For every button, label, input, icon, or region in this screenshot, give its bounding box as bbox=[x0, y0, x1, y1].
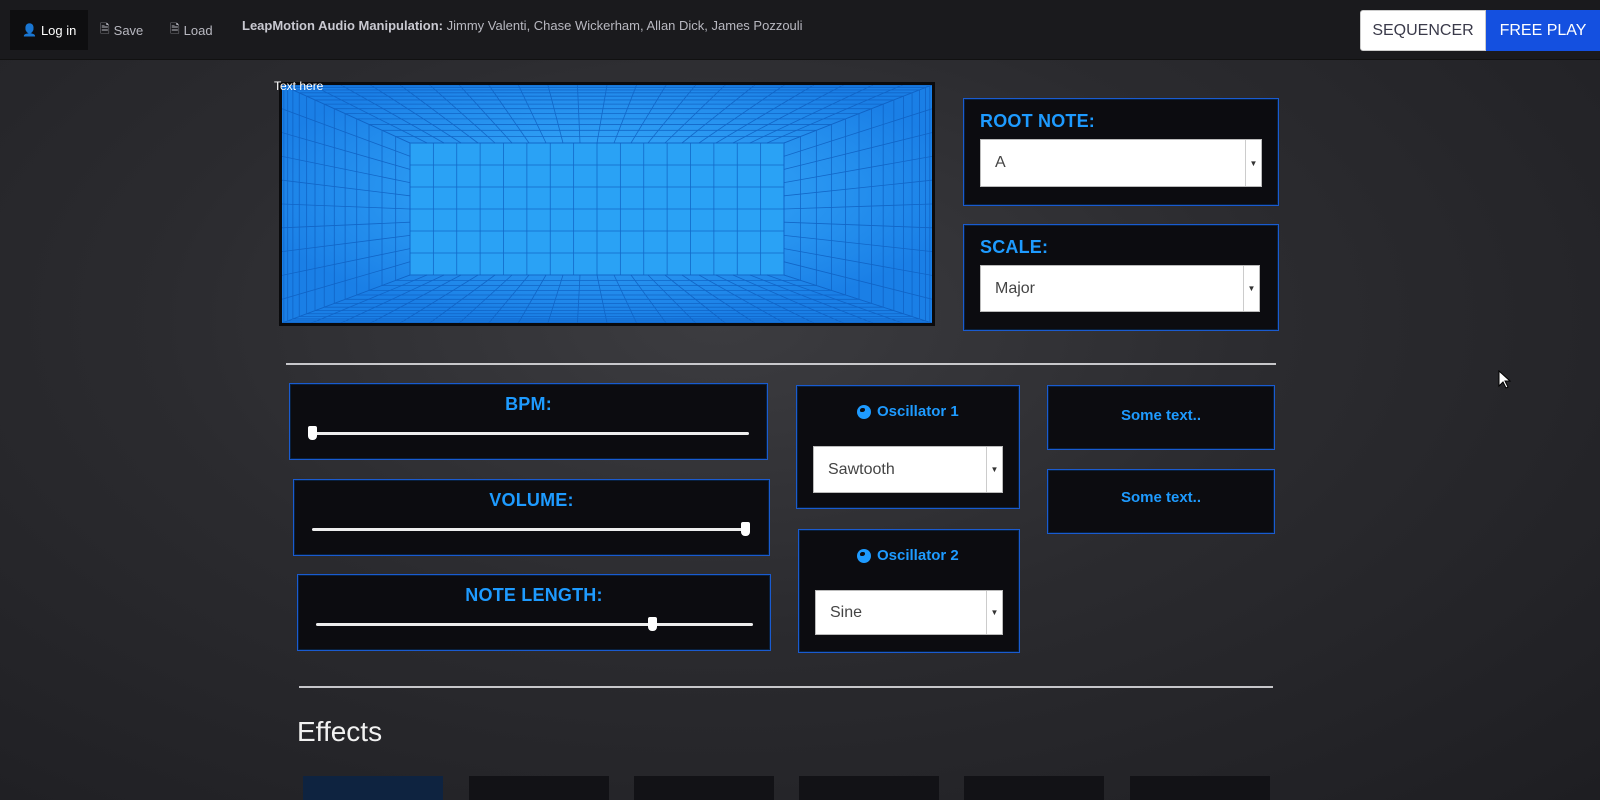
globe-icon bbox=[857, 548, 871, 563]
oscillator-1-panel: Oscillator 1 Sawtooth ▼ bbox=[796, 385, 1020, 509]
oscillator-2-panel: Oscillator 2 Sine ▼ bbox=[798, 529, 1020, 653]
visualizer-label: Text here bbox=[274, 79, 324, 93]
save-button[interactable]: 🗎 Save bbox=[88, 10, 155, 50]
mouse-cursor-icon bbox=[1498, 370, 1512, 389]
effect-tile[interactable] bbox=[634, 776, 774, 800]
oscillator-1-value: Sawtooth bbox=[828, 460, 895, 478]
oscillator-2-heading: Oscillator 2 bbox=[857, 547, 959, 564]
login-button[interactable]: 👤 Log in bbox=[10, 10, 89, 50]
volume-heading: VOLUME: bbox=[489, 490, 574, 510]
volume-slider-track[interactable] bbox=[312, 528, 749, 531]
effect-tile[interactable] bbox=[303, 776, 443, 800]
oscillator-1-label: Oscillator 1 bbox=[877, 403, 959, 420]
oscillator-2-value: Sine bbox=[830, 603, 863, 621]
user-icon: 👤 bbox=[22, 23, 37, 37]
section-divider bbox=[286, 363, 1276, 365]
bpm-panel: BPM: bbox=[289, 383, 768, 460]
app-title: LeapMotion Audio Manipulation: Jimmy Val… bbox=[242, 18, 803, 33]
root-note-value: A bbox=[995, 154, 1006, 171]
chevron-down-icon: ▼ bbox=[1245, 140, 1261, 186]
root-note-heading: ROOT NOTE: bbox=[980, 111, 1095, 131]
effect-tile[interactable] bbox=[799, 776, 939, 800]
app-title-authors: Jimmy Valenti, Chase Wickerham, Allan Di… bbox=[446, 18, 803, 33]
grid-room-graphic bbox=[282, 85, 932, 323]
scale-select[interactable]: Major ▼ bbox=[980, 265, 1260, 312]
save-label: Save bbox=[113, 22, 144, 38]
oscillator-2-label: Oscillator 2 bbox=[877, 547, 959, 564]
bpm-slider-handle[interactable] bbox=[308, 426, 317, 440]
scale-heading: SCALE: bbox=[980, 237, 1049, 257]
free-play-button[interactable]: FREE PLAY bbox=[1486, 10, 1600, 51]
leap-visualizer-canvas[interactable] bbox=[279, 82, 935, 326]
file-icon: 🗎 bbox=[100, 21, 110, 36]
file-icon: 🗎 bbox=[170, 21, 180, 36]
effect-tile[interactable] bbox=[469, 776, 609, 800]
root-note-select[interactable]: A ▼ bbox=[980, 139, 1262, 187]
text-panel-2-label: Some text.. bbox=[1120, 489, 1202, 506]
effect-tile[interactable] bbox=[964, 776, 1104, 800]
login-label: Log in bbox=[40, 22, 77, 38]
bpm-slider-track[interactable] bbox=[312, 432, 749, 435]
oscillator-1-select[interactable]: Sawtooth ▼ bbox=[813, 446, 1003, 493]
volume-panel: VOLUME: bbox=[293, 479, 770, 556]
globe-icon bbox=[857, 404, 871, 419]
text-panel-2: Some text.. bbox=[1047, 469, 1275, 534]
effect-tile[interactable] bbox=[1130, 776, 1270, 800]
text-panel-1-label: Some text.. bbox=[1120, 407, 1202, 424]
oscillator-1-heading: Oscillator 1 bbox=[857, 403, 959, 420]
volume-slider-handle[interactable] bbox=[740, 522, 750, 536]
chevron-down-icon: ▼ bbox=[1243, 266, 1259, 311]
scale-panel: SCALE: Major ▼ bbox=[963, 224, 1279, 331]
note-length-heading: NOTE LENGTH: bbox=[465, 585, 603, 605]
text-panel-1: Some text.. bbox=[1047, 385, 1275, 450]
load-button[interactable]: 🗎 Load bbox=[158, 10, 225, 50]
root-note-panel: ROOT NOTE: A ▼ bbox=[963, 98, 1279, 206]
sequencer-button[interactable]: SEQUENCER bbox=[1360, 10, 1486, 51]
app-title-name: LeapMotion Audio Manipulation: bbox=[242, 18, 443, 33]
note-length-slider-handle[interactable] bbox=[648, 617, 658, 631]
scale-value: Major bbox=[995, 279, 1036, 297]
load-label: Load bbox=[183, 22, 213, 38]
top-navbar: 👤 Log in 🗎 Save 🗎 Load LeapMotion Audio … bbox=[0, 0, 1600, 60]
effects-heading: Effects bbox=[297, 716, 383, 747]
chevron-down-icon: ▼ bbox=[986, 447, 1002, 492]
bpm-heading: BPM: bbox=[505, 394, 552, 414]
chevron-down-icon: ▼ bbox=[986, 591, 1002, 634]
section-divider bbox=[299, 686, 1273, 688]
note-length-panel: NOTE LENGTH: bbox=[297, 574, 771, 651]
oscillator-2-select[interactable]: Sine ▼ bbox=[815, 590, 1003, 635]
note-length-slider-track[interactable] bbox=[316, 623, 753, 626]
